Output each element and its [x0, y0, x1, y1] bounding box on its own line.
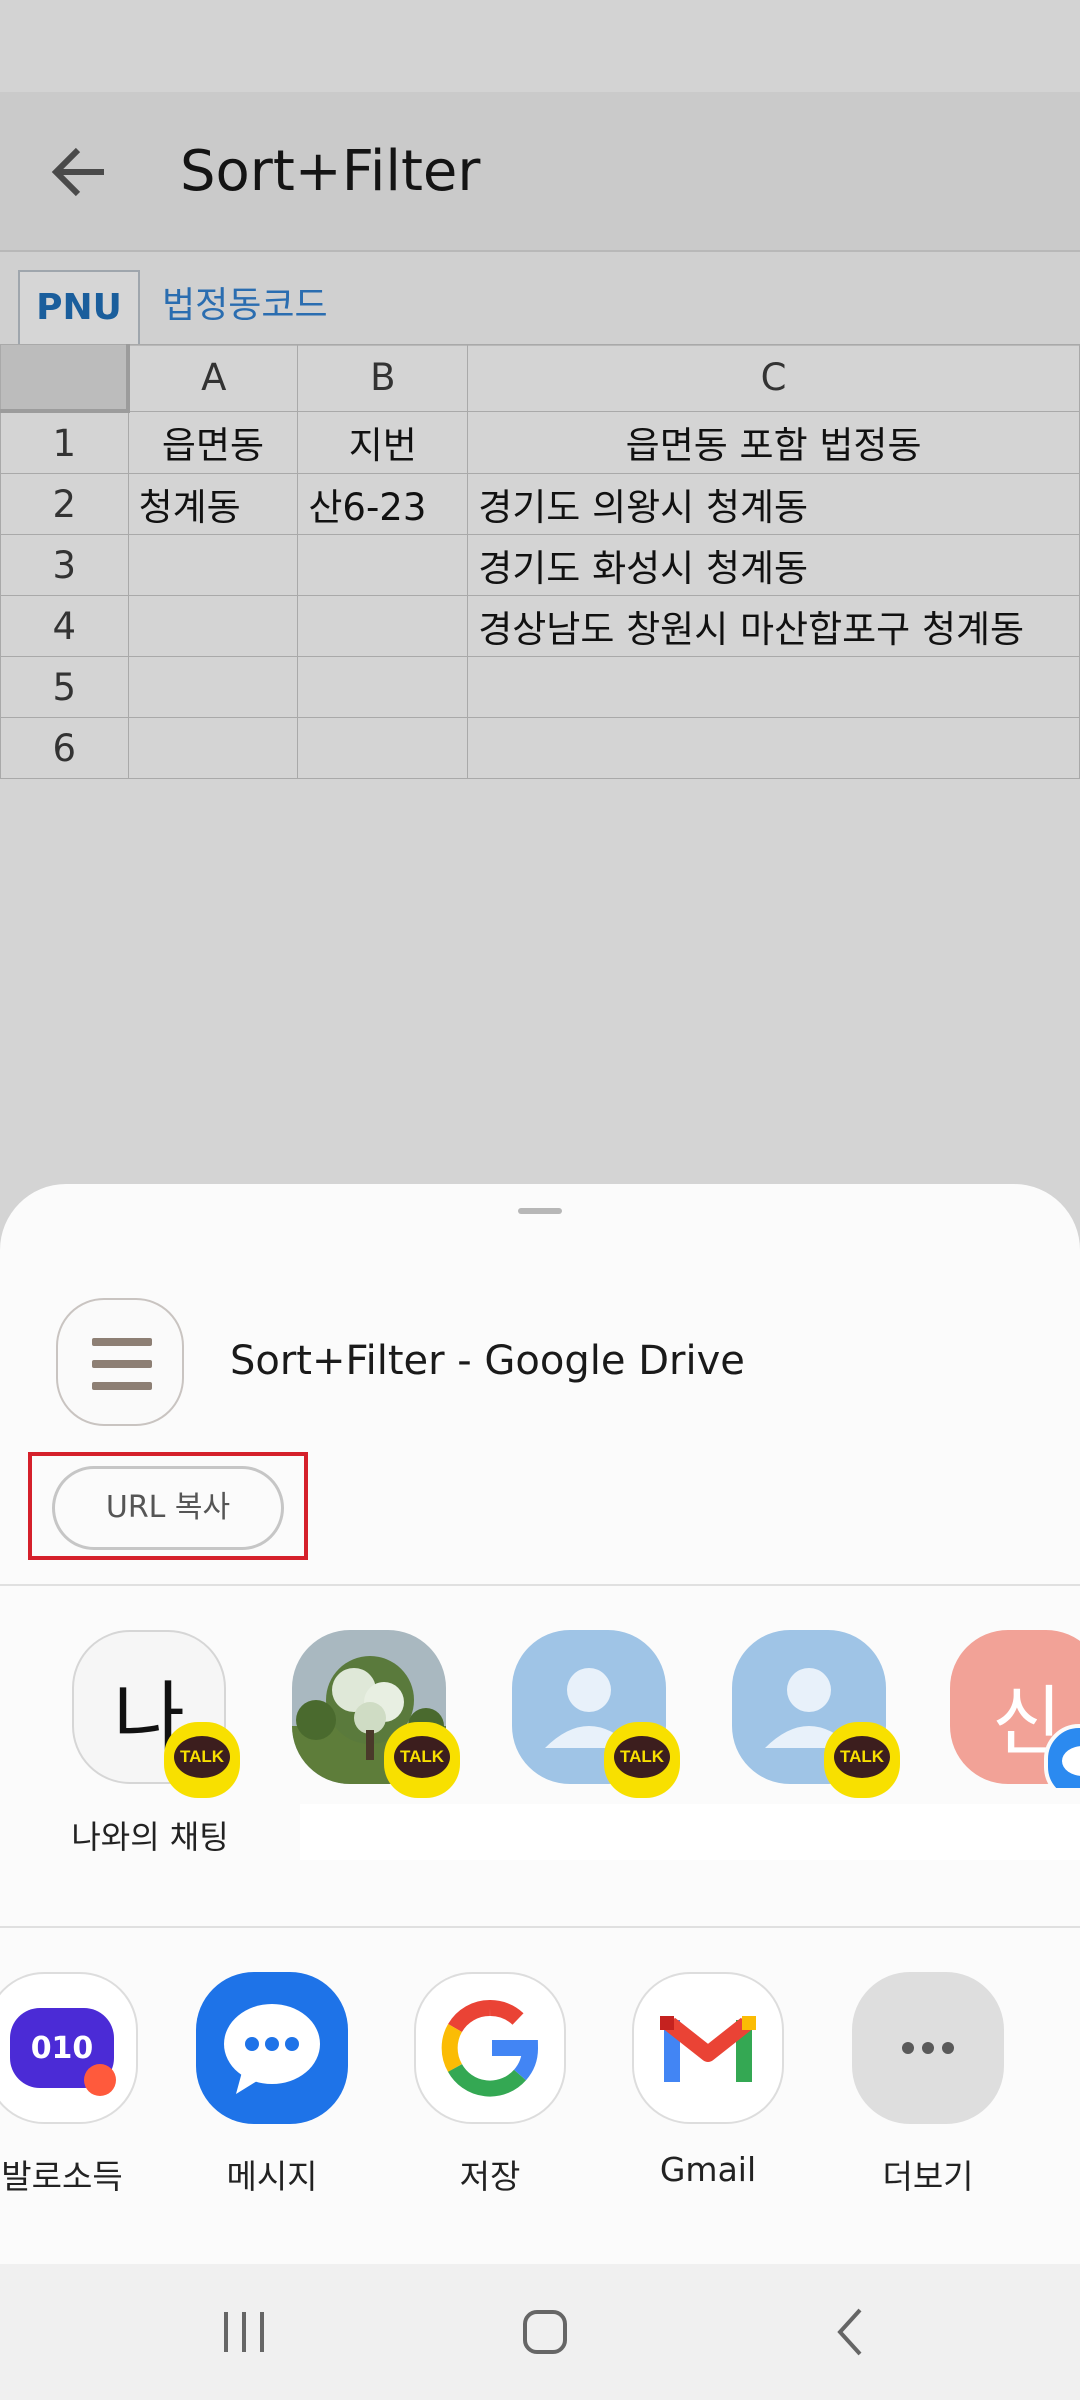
cell[interactable]: [297, 534, 469, 596]
column-header[interactable]: C: [467, 344, 1080, 412]
kakaotalk-badge-icon: TALK: [604, 1722, 680, 1798]
cell[interactable]: [127, 595, 299, 657]
back-arrow-icon[interactable]: [42, 132, 122, 212]
column-header[interactable]: B: [297, 344, 469, 412]
table-row: 4 경상남도 창원시 마산합포구 청계동: [0, 595, 1080, 657]
cell[interactable]: [467, 717, 1080, 779]
contact-initial[interactable]: 신: [950, 1630, 1080, 1788]
app-label: 발로소득: [1, 2157, 123, 2196]
cell[interactable]: 읍면동: [127, 410, 299, 474]
divider: [0, 1584, 1080, 1586]
table-row: 1 읍면동 지번 읍면동 포함 법정동: [0, 410, 1080, 474]
row-header[interactable]: 4: [0, 595, 129, 657]
app-label: 더보기: [882, 2157, 974, 2196]
balo-app-icon: 010: [0, 1972, 138, 2124]
contact-label: 나와의 채팅: [71, 1818, 229, 1856]
google-icon: [414, 1972, 566, 2124]
table-row: 5: [0, 656, 1080, 718]
table-row: 6: [0, 717, 1080, 779]
cell[interactable]: [127, 534, 299, 596]
app-bar: Sort+Filter: [0, 92, 1080, 252]
cell[interactable]: 경기도 의왕시 청계동: [467, 473, 1080, 535]
row-header[interactable]: 1: [0, 410, 129, 474]
cell[interactable]: 읍면동 포함 법정동: [467, 410, 1080, 474]
contact-photo[interactable]: TALK: [292, 1630, 460, 1798]
tab-bjd-code[interactable]: 법정동코드: [162, 270, 328, 342]
messages-icon: [196, 1972, 348, 2124]
contact-person[interactable]: TALK: [732, 1630, 900, 1798]
row-header[interactable]: 3: [0, 534, 129, 596]
cell[interactable]: 경기도 화성시 청계동: [467, 534, 1080, 596]
kakaotalk-badge-icon: TALK: [824, 1722, 900, 1798]
column-header[interactable]: A: [127, 344, 299, 412]
cell[interactable]: 경상남도 창원시 마산합포구 청계동: [467, 595, 1080, 657]
sheet-tabs: PNU 법정동코드: [0, 252, 1080, 346]
row-header[interactable]: 6: [0, 717, 129, 779]
google-docs-icon: [56, 1298, 184, 1426]
cell[interactable]: [297, 717, 469, 779]
tab-pnu[interactable]: PNU: [18, 270, 140, 344]
app-gmail[interactable]: Gmail: [598, 1972, 818, 2212]
cell[interactable]: [297, 656, 469, 718]
divider: [0, 1926, 1080, 1928]
select-all-corner[interactable]: [0, 344, 131, 413]
back-icon[interactable]: [810, 2302, 890, 2362]
page-title: Sort+Filter: [180, 139, 481, 204]
cell[interactable]: [467, 656, 1080, 718]
copy-url-button[interactable]: URL 복사: [52, 1466, 284, 1550]
row-header[interactable]: 2: [0, 473, 129, 535]
gmail-icon: [632, 1972, 784, 2124]
svg-text:010: 010: [31, 2031, 94, 2066]
app-label: Gmail: [659, 2150, 757, 2189]
share-sheet: Sort+Filter - Google Drive URL 복사 나 TALK…: [0, 1184, 1080, 2264]
table-row: 3 경기도 화성시 청계동: [0, 534, 1080, 596]
recent-apps-icon[interactable]: [204, 2302, 284, 2362]
app-label: 저장: [459, 2157, 521, 2196]
drag-handle[interactable]: [518, 1208, 562, 1214]
app-more[interactable]: 더보기: [818, 1972, 1038, 2212]
home-icon[interactable]: [505, 2302, 585, 2362]
shared-item-title: Sort+Filter - Google Drive: [230, 1338, 745, 1384]
app-balo[interactable]: 010 발로소득: [0, 1972, 172, 2212]
contact-person[interactable]: TALK: [512, 1630, 680, 1798]
contact-label-area: [300, 1804, 1080, 1860]
contact-my-chat[interactable]: 나 TALK: [72, 1630, 240, 1798]
cell[interactable]: 청계동: [127, 473, 299, 535]
app-save-google[interactable]: 저장: [380, 1972, 600, 2212]
more-icon: [852, 1972, 1004, 2124]
app-messages[interactable]: 메시지: [162, 1972, 382, 2212]
status-bar: [0, 0, 1080, 92]
cell[interactable]: [297, 595, 469, 657]
kakaotalk-badge-icon: TALK: [384, 1722, 460, 1798]
cell[interactable]: 지번: [297, 410, 469, 474]
row-header[interactable]: 5: [0, 656, 129, 718]
kakaotalk-badge-icon: TALK: [164, 1722, 240, 1798]
navigation-bar: [0, 2264, 1080, 2400]
cell[interactable]: [127, 717, 299, 779]
table-row: 2 청계동 산6-23 경기도 의왕시 청계동: [0, 473, 1080, 535]
column-header-row: A B C: [0, 344, 1080, 413]
cell[interactable]: 산6-23: [297, 473, 469, 535]
app-label: 메시지: [226, 2157, 318, 2196]
cell[interactable]: [127, 656, 299, 718]
spreadsheet-grid: A B C 1 읍면동 지번 읍면동 포함 법정동 2 청계동 산6-23 경기…: [0, 344, 1080, 779]
